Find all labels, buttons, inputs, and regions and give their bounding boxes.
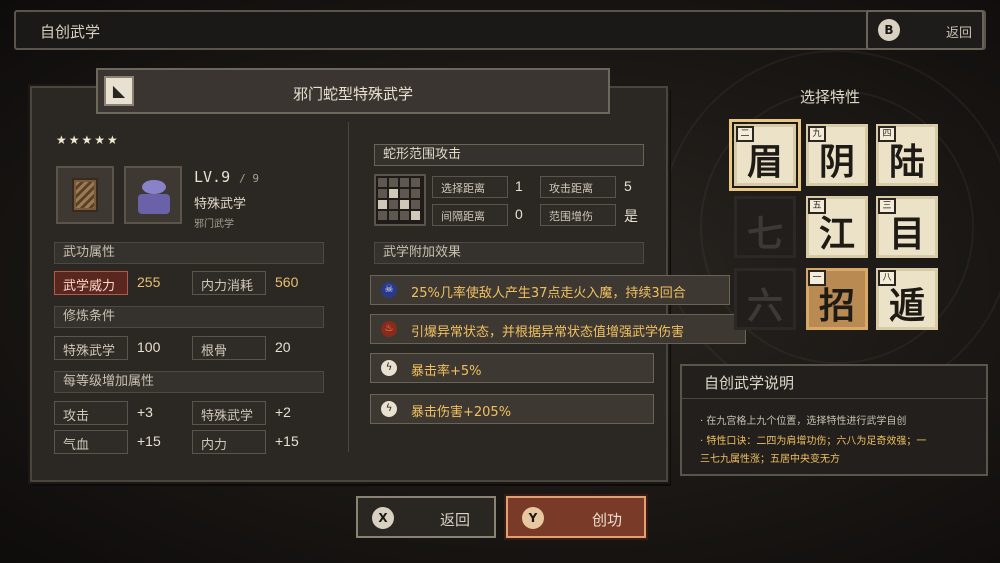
select-dist-cell: 选择距离	[432, 176, 508, 198]
effect-text: 引爆异常状态，并根据异常状态值增强武学伤害	[411, 325, 685, 340]
top-bar: 自创武学 B 返回	[14, 10, 986, 50]
effect-row: ϟ 暴击伤害+205%	[370, 394, 654, 424]
panel-divider	[348, 122, 349, 452]
top-back-label: 返回	[945, 26, 972, 41]
atk-cell: 攻击	[54, 401, 128, 425]
scroll-icon	[56, 166, 114, 224]
mp-cell: 内力	[192, 430, 266, 454]
hp-value: +15	[137, 433, 161, 449]
trait-tile[interactable]: 陆四	[876, 124, 938, 186]
extra-effects-header: 武学附加效果	[374, 242, 644, 264]
mp-cost-cell: 内力消耗	[192, 271, 266, 295]
effect-row: ☠ 25%几率使敌人产生37点走火入魔，持续3回合	[370, 275, 730, 305]
description-title: 自创武学说明	[704, 374, 795, 392]
x-button-icon: X	[372, 507, 394, 529]
effect-row: ♨ 引爆异常状态，并根据异常状态值增强武学伤害	[370, 314, 746, 344]
lightning-icon: ϟ	[381, 360, 397, 376]
y-button-icon: Y	[522, 507, 544, 529]
attack-title: 蛇形范围攻击	[374, 144, 644, 166]
select-dist-value: 1	[515, 178, 523, 194]
description-line: · 特性口诀：二四为肩增功伤；六八为足奇效强；一	[700, 436, 927, 447]
skull-icon: ☠	[381, 282, 397, 298]
special-cell: 特殊武学	[192, 401, 266, 425]
range-dmg-cell: 范围增伤	[540, 204, 616, 226]
skill-level: LV.9 / 9	[194, 168, 260, 186]
hp-cell: 气血	[54, 430, 128, 454]
atk-dist-cell: 攻击距离	[540, 176, 616, 198]
power-cell: 武学威力	[54, 271, 128, 295]
effect-text: 暴击率+5%	[411, 364, 482, 379]
description-line: 三七九属性涨；五居中央变无方	[700, 454, 840, 465]
skill-subtype: 邪门武学	[194, 219, 234, 230]
b-button-icon: B	[878, 19, 900, 41]
trait-tile-selected[interactable]: 招一	[806, 268, 868, 330]
character-icon	[124, 166, 182, 224]
train-cond-header: 修炼条件	[54, 306, 324, 328]
req-special-value: 100	[137, 339, 161, 355]
trait-tile-empty[interactable]: 六	[734, 268, 796, 330]
mp-value: +15	[275, 433, 299, 449]
back-button-label: 返回	[439, 511, 470, 529]
fire-icon: ♨	[381, 321, 397, 337]
trait-tile-empty[interactable]: 七	[734, 196, 796, 258]
atk-value: +3	[137, 404, 153, 420]
top-back-button[interactable]: B 返回	[866, 10, 984, 50]
gap-dist-value: 0	[515, 206, 523, 222]
trait-tile[interactable]: 阴九	[806, 124, 868, 186]
mp-cost-value: 560	[275, 274, 299, 290]
back-button[interactable]: X 返回	[356, 496, 496, 538]
lightning-icon: ϟ	[381, 401, 397, 417]
selection-cursor	[729, 119, 801, 191]
req-bone-cell: 根骨	[192, 336, 266, 360]
skill-name: 邪门蛇型特殊武学	[292, 85, 413, 103]
trait-tile[interactable]: 目三	[876, 196, 938, 258]
skill-level-max: / 9	[239, 172, 260, 185]
create-button-label: 创功	[591, 511, 622, 529]
trait-tile[interactable]: 江五	[806, 196, 868, 258]
effect-text: 暴击伤害+205%	[411, 405, 512, 420]
page-title: 自创武学	[40, 23, 101, 41]
trait-tile[interactable]: 遁八	[876, 268, 938, 330]
star-rating: ★★★★★	[56, 133, 120, 147]
gap-dist-cell: 间隔距离	[432, 204, 508, 226]
atk-dist-value: 5	[624, 178, 632, 194]
skill-banner: ◣ 邪门蛇型特殊武学	[96, 68, 610, 114]
description-line: · 在九宫格上九个位置，选择特性进行武学自创	[700, 416, 907, 427]
create-button[interactable]: Y 创功	[506, 496, 646, 538]
effect-text: 25%几率使敌人产生37点走火入魔，持续3回合	[411, 286, 686, 301]
description-divider	[682, 398, 986, 399]
per-level-header: 每等级增加属性	[54, 371, 324, 393]
power-value: 255	[137, 274, 161, 290]
req-bone-value: 20	[275, 339, 291, 355]
range-dmg-value: 是	[624, 208, 638, 224]
martial-attrs-header: 武功属性	[54, 242, 324, 264]
traits-title: 选择特性	[800, 88, 861, 106]
req-special-cell: 特殊武学	[54, 336, 128, 360]
skill-type: 特殊武学	[194, 197, 247, 212]
attack-range-grid	[374, 174, 426, 226]
description-panel: 自创武学说明 · 在九宫格上九个位置，选择特性进行武学自创 · 特性口诀：二四为…	[680, 364, 988, 476]
special-value: +2	[275, 404, 291, 420]
effect-row: ϟ 暴击率+5%	[370, 353, 654, 383]
